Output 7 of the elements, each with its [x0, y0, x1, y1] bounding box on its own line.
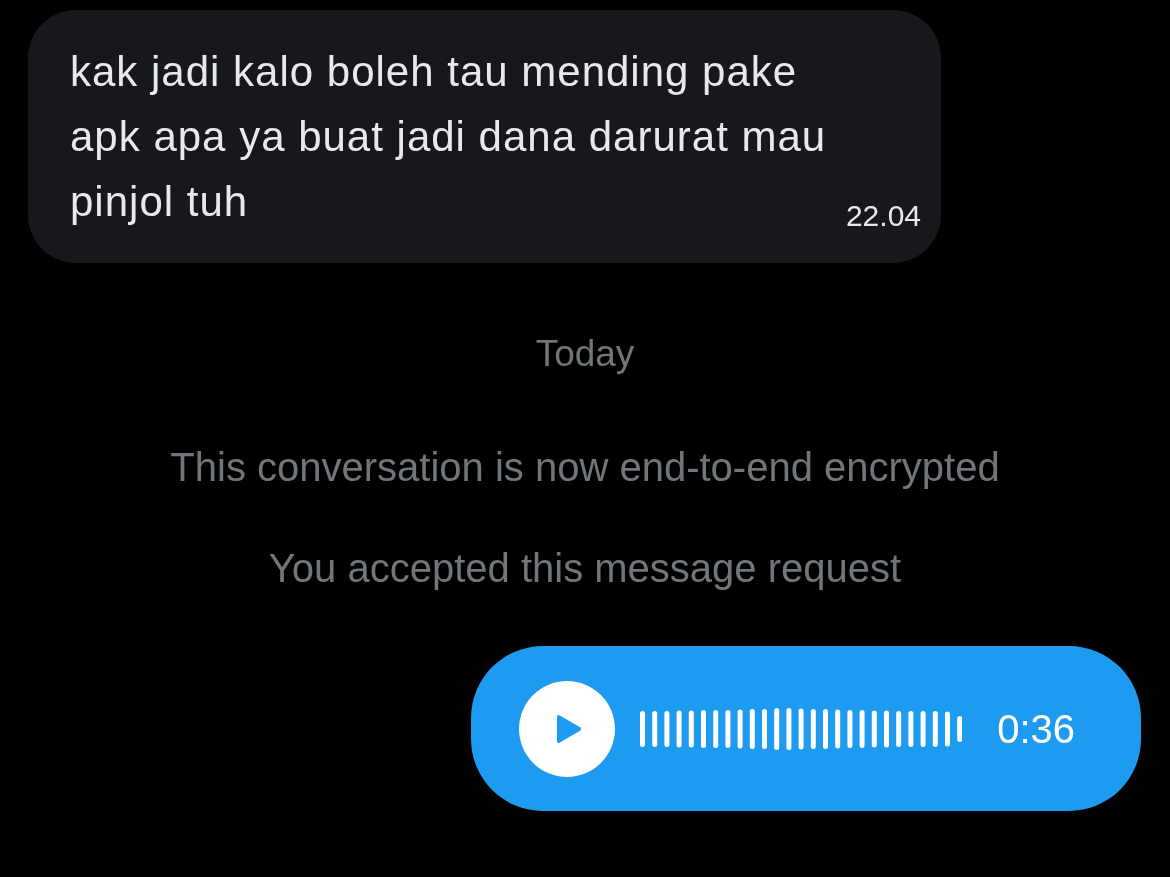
system-notice: You accepted this message request — [268, 545, 902, 592]
system-notice: This conversation is now end-to-end encrypted — [170, 444, 1000, 491]
date-separator: Today — [535, 332, 635, 376]
voice-duration: 0:36 — [997, 705, 1076, 752]
message-text: kak jadi kalo boleh tau mending pake apk apa ya buat jadi dana darurat mau pinjol tuh — [70, 47, 828, 227]
play-icon — [556, 713, 582, 744]
message-time: 22.04 — [845, 198, 921, 234]
